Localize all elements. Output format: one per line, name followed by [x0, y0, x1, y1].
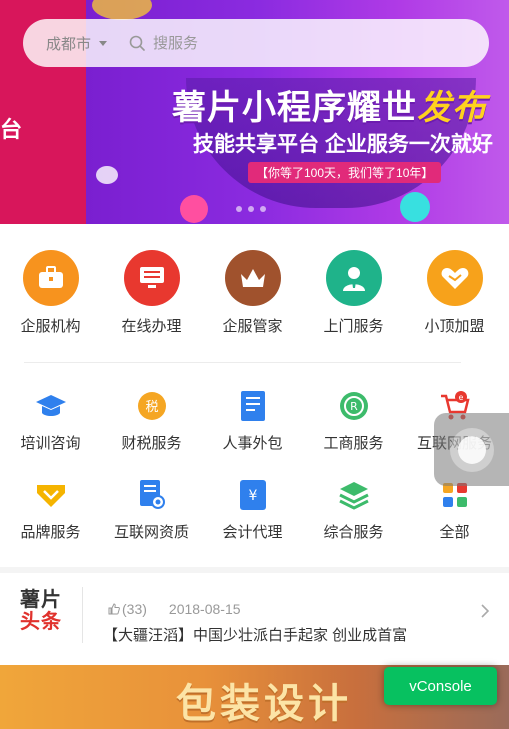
promo-banner-text: 包装设计 [176, 682, 352, 726]
graduation-cap-icon [35, 390, 67, 422]
accounting-icon: ¥ [237, 479, 269, 511]
banner-orb [180, 195, 208, 223]
service-label: 上门服务 [323, 318, 384, 335]
assistive-touch-core [457, 435, 486, 464]
service-label: 品牌服务 [20, 524, 81, 541]
service-item-brand[interactable]: 品牌服务 [0, 479, 101, 542]
news-divider [82, 587, 83, 643]
service-item-tax[interactable]: 税 财税服务 [101, 390, 202, 453]
service-label: 培训咨询 [20, 435, 81, 452]
service-item-hr[interactable]: 人事外包 [202, 390, 303, 453]
banner-orb [92, 0, 152, 20]
chevron-right-icon[interactable] [480, 603, 490, 619]
handshake-icon [426, 250, 483, 306]
service-item-online[interactable]: 在线办理 [101, 250, 202, 336]
assistive-touch-ring [449, 427, 494, 472]
svg-text:¥: ¥ [248, 488, 257, 504]
banner-orb [400, 192, 430, 222]
banner-headline: 薯片小程序耀世发布 [172, 89, 487, 127]
service-label: 在线办理 [121, 318, 182, 335]
section-divider [24, 362, 461, 363]
service-label: 互联网资质 [113, 524, 189, 541]
carousel-dot[interactable] [248, 206, 254, 212]
monitor-icon [123, 250, 180, 306]
carousel-dot[interactable] [260, 206, 266, 212]
carousel-dot[interactable] [236, 206, 242, 212]
document-icon [237, 390, 269, 422]
news-date: 2018-08-15 [168, 601, 241, 617]
primary-services: 企服机构 在线办理 企服管家 上门服务 小顶加盟 [0, 250, 509, 336]
crown-icon [224, 250, 281, 306]
chevron-down-icon[interactable] [99, 40, 108, 46]
service-item-general[interactable]: 综合服务 [303, 479, 404, 542]
svg-text:e: e [458, 393, 463, 402]
service-item-org[interactable]: 企服机构 [0, 250, 101, 336]
service-label: 人事外包 [222, 435, 283, 452]
secondary-services-row2: 品牌服务 互联网资质 ¥ 会计代理 综合服务 全部 [0, 479, 509, 542]
diamond-icon [35, 479, 67, 511]
news-title[interactable]: 【大疆汪滔】中国少壮派白手起家 创业成首富 [103, 624, 407, 645]
service-item-training[interactable]: 培训咨询 [0, 390, 101, 453]
tax-icon: 税 [136, 390, 168, 422]
briefcase-icon [22, 250, 79, 306]
service-item-qualification[interactable]: 互联网资质 [101, 479, 202, 542]
vconsole-button[interactable]: vConsole [384, 667, 497, 705]
service-item-all[interactable]: 全部 [404, 479, 505, 542]
news-title-text: 中国少壮派白手起家 创业成首富 [193, 627, 408, 644]
service-label: 企服机构 [20, 318, 81, 335]
person-icon [325, 250, 382, 306]
service-item-steward[interactable]: 企服管家 [202, 250, 303, 336]
carousel-dots[interactable] [236, 206, 266, 212]
news-tag: 【大疆汪滔】 [103, 627, 194, 644]
service-item-join[interactable]: 小顶加盟 [404, 250, 505, 336]
secondary-services-row1: 培训咨询 税 财税服务 人事外包 R 工商服务 e 互联网服务 [0, 390, 509, 453]
service-label: 小顶加盟 [424, 318, 485, 335]
certificate-icon [136, 479, 168, 511]
news-ticker[interactable]: 薯片 头条 (33) 2018-08-15 【大疆汪滔】中国少壮派白手起家 创业… [0, 573, 509, 665]
news-likes: (33) [122, 601, 147, 617]
banner-orb [96, 166, 118, 184]
search-bar[interactable]: 成都市 [23, 19, 489, 67]
banner-tagline: 【你等了100天，我们等了10年】 [248, 162, 442, 183]
service-label: 综合服务 [323, 524, 384, 541]
svg-text:R: R [350, 400, 358, 413]
news-meta: (33) 2018-08-15 [108, 601, 241, 617]
service-label: 全部 [439, 524, 470, 541]
svg-text:税: 税 [145, 400, 158, 415]
service-label: 工商服务 [323, 435, 384, 452]
service-item-onsite[interactable]: 上门服务 [303, 250, 404, 336]
service-item-business[interactable]: R 工商服务 [303, 390, 404, 453]
city-selector[interactable]: 成都市 [46, 33, 91, 54]
search-input[interactable] [151, 33, 436, 53]
service-label: 会计代理 [222, 524, 283, 541]
assistive-touch-button[interactable] [434, 413, 509, 486]
news-logo: 薯片 头条 [20, 589, 62, 633]
thumbs-up-icon [108, 603, 120, 615]
banner-headline-highlight: 发布 [417, 89, 487, 127]
service-item-accounting[interactable]: ¥ 会计代理 [202, 479, 303, 542]
registered-icon: R [338, 390, 370, 422]
banner-subline: 技能共享平台 企业服务一次就好 [193, 133, 493, 156]
search-icon [129, 35, 145, 51]
service-label: 财税服务 [121, 435, 182, 452]
layers-icon [338, 479, 370, 511]
banner-left-text: 台 [0, 117, 23, 142]
service-label: 企服管家 [222, 318, 283, 335]
